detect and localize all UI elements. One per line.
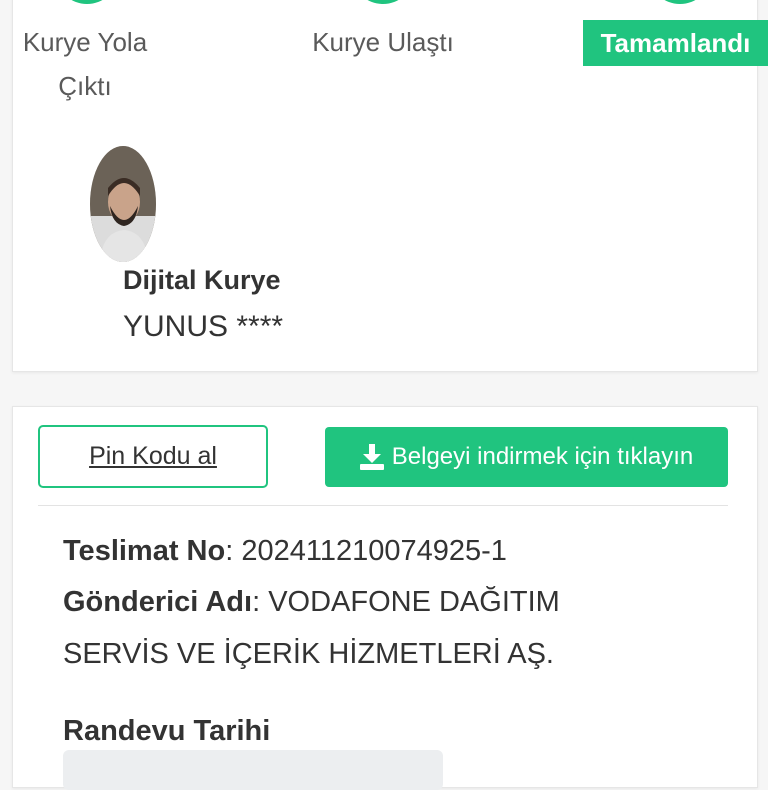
divider [38,505,728,506]
appointment-date-field[interactable] [63,750,443,790]
download-document-button[interactable]: Belgeyi indirmek için tıklayın [325,427,728,487]
sender-name-value-line1: VODAFONE DAĞITIM [268,586,560,618]
courier-name: YUNUS **** [123,310,284,343]
appointment-date-label: Randevu Tarihi [63,715,271,747]
delivery-number-value: 20241121007492​5-1 [241,535,507,567]
download-icon [359,444,384,470]
sender-name: Gönderici Adı: VODAFONE DAĞITIM [63,586,560,618]
sender-name-value-line2: SERVİS VE İÇERİK HİZMETLERİ AŞ. [63,638,554,670]
delivery-number-label: Teslimat No [63,535,226,567]
courier-role: Dijital Kurye [123,265,281,295]
pin-code-button-label: Pin Kodu al [89,442,217,470]
download-document-label: Belgeyi indirmek için tıklayın [391,443,694,470]
step-1-label: Kurye Yola Çıktı [10,20,160,108]
sender-name-label: Gönderici Adı [63,586,253,618]
pin-code-button[interactable]: Pin Kodu al [38,425,268,488]
step-1-label-line1: Kurye Yola [22,27,148,57]
delivery-number: Teslimat No: 20241121007492​5-1 [63,535,507,567]
courier-photo [90,146,156,262]
step-2-label: Kurye Ulaştı [312,27,454,57]
step-1-label-line2: Çıktı [58,71,112,101]
avatar [90,146,156,262]
step-3-label-completed: Tamamlandı [583,20,768,66]
